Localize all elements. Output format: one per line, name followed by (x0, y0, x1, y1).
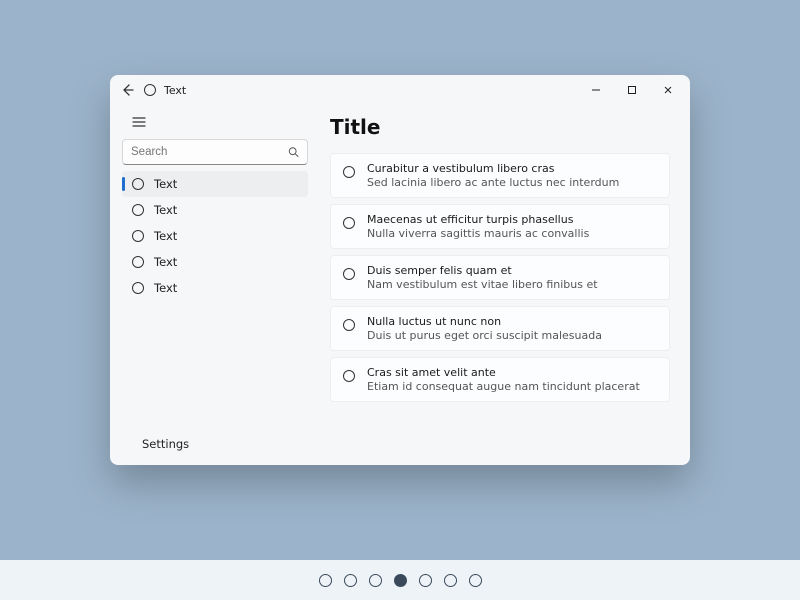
circle-icon (343, 268, 355, 280)
search-input[interactable] (122, 139, 308, 165)
circle-icon (132, 178, 144, 190)
circle-icon (132, 282, 144, 294)
sidebar-nav-item[interactable]: Text (122, 197, 308, 223)
close-button[interactable] (650, 76, 686, 104)
nav-item-label: Text (154, 281, 177, 295)
circle-icon (343, 217, 355, 229)
list-card[interactable]: Nulla luctus ut nunc nonDuis ut purus eg… (330, 306, 670, 351)
sidebar-nav-item[interactable]: Text (122, 223, 308, 249)
pagination-dot[interactable] (344, 574, 357, 587)
list-card[interactable]: Cras sit amet velit anteEtiam id consequ… (330, 357, 670, 402)
card-subtitle: Etiam id consequat augue nam tincidunt p… (367, 380, 640, 393)
search-icon (287, 146, 300, 159)
page-title: Title (330, 115, 670, 139)
circle-icon (132, 256, 144, 268)
list-card[interactable]: Curabitur a vestibulum libero crasSed la… (330, 153, 670, 198)
sidebar: Text Text Text Text Text Settings (116, 105, 314, 465)
sidebar-nav-item[interactable]: Text (122, 171, 308, 197)
card-title: Maecenas ut efficitur turpis phasellus (367, 213, 589, 226)
card-title: Cras sit amet velit ante (367, 366, 640, 379)
app-icon (144, 84, 156, 96)
minimize-button[interactable] (578, 76, 614, 104)
card-list: Curabitur a vestibulum libero crasSed la… (330, 153, 670, 402)
card-title: Nulla luctus ut nunc non (367, 315, 602, 328)
sidebar-nav-item[interactable]: Text (122, 275, 308, 301)
pagination-dot[interactable] (394, 574, 407, 587)
nav-item-label: Text (154, 255, 177, 269)
settings-label: Settings (142, 437, 189, 451)
card-title: Duis semper felis quam et (367, 264, 598, 277)
card-subtitle: Duis ut purus eget orci suscipit malesua… (367, 329, 602, 342)
circle-icon (343, 370, 355, 382)
circle-icon (343, 166, 355, 178)
app-window: Text Text Text Text Text Text (110, 75, 690, 465)
pagination-dot[interactable] (319, 574, 332, 587)
settings-item[interactable]: Settings (122, 431, 308, 457)
search-field[interactable] (131, 146, 281, 158)
pagination-dot[interactable] (469, 574, 482, 587)
pagination-dot[interactable] (444, 574, 457, 587)
card-subtitle: Sed lacinia libero ac ante luctus nec in… (367, 176, 619, 189)
card-subtitle: Nam vestibulum est vitae libero finibus … (367, 278, 598, 291)
list-card[interactable]: Duis semper felis quam etNam vestibulum … (330, 255, 670, 300)
nav-item-label: Text (154, 203, 177, 217)
back-button[interactable] (120, 82, 136, 98)
card-subtitle: Nulla viverra sagittis mauris ac convall… (367, 227, 589, 240)
circle-icon (132, 230, 144, 242)
nav-list: Text Text Text Text Text (122, 171, 308, 301)
sidebar-nav-item[interactable]: Text (122, 249, 308, 275)
nav-item-label: Text (154, 177, 177, 191)
maximize-button[interactable] (614, 76, 650, 104)
content-area: Title Curabitur a vestibulum libero cras… (314, 105, 690, 465)
circle-icon (132, 204, 144, 216)
window-title: Text (164, 84, 186, 97)
pagination-dot[interactable] (419, 574, 432, 587)
nav-item-label: Text (154, 229, 177, 243)
titlebar: Text (110, 75, 690, 105)
card-title: Curabitur a vestibulum libero cras (367, 162, 619, 175)
list-card[interactable]: Maecenas ut efficitur turpis phasellusNu… (330, 204, 670, 249)
pagination-dot[interactable] (369, 574, 382, 587)
menu-button[interactable] (126, 111, 152, 133)
circle-icon (343, 319, 355, 331)
pagination-dots (0, 560, 800, 600)
